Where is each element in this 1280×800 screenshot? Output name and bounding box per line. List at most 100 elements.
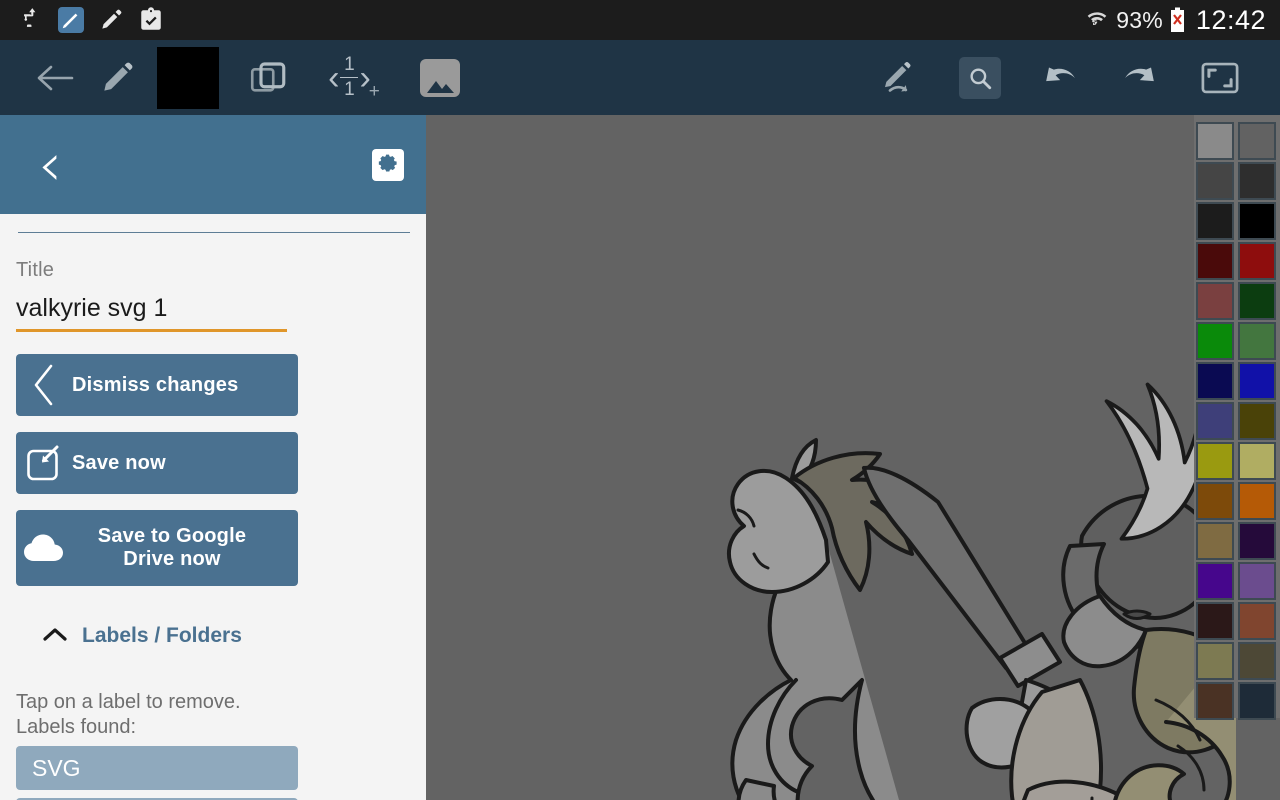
- pen-app-icon: [58, 7, 84, 33]
- palette-swatch[interactable]: [1238, 362, 1276, 400]
- panel-divider: [18, 232, 410, 233]
- search-button[interactable]: [940, 47, 1020, 109]
- palette-swatch[interactable]: [1196, 522, 1234, 560]
- wifi-transfer-icon: [1087, 12, 1107, 25]
- fullscreen-button[interactable]: [1180, 47, 1260, 109]
- palette-swatch[interactable]: [1196, 322, 1234, 360]
- layers-button[interactable]: [228, 47, 308, 109]
- marker-icon: [102, 9, 122, 29]
- palette-swatch[interactable]: [1238, 682, 1276, 720]
- clipboard-check-icon: [141, 7, 161, 30]
- labels-hint: Tap on a label to remove. Labels found:: [16, 690, 410, 740]
- panel-back-button[interactable]: ‹: [38, 135, 62, 195]
- title-input[interactable]: [16, 294, 287, 332]
- back-chevron-icon: [16, 363, 72, 407]
- labels-folders-title: Labels / Folders: [82, 624, 242, 647]
- current-color-swatch: [157, 46, 219, 109]
- color-palette[interactable]: [1194, 115, 1280, 720]
- pencil-undo-icon: [885, 61, 911, 92]
- clock: 12:42: [1195, 4, 1266, 35]
- fullscreen-icon: [1201, 62, 1239, 93]
- panel-body: Title Dismiss changes: [0, 232, 426, 800]
- save-to-google-drive-button[interactable]: Save to Google Drive now: [16, 510, 298, 586]
- page-prev-button[interactable]: ‹: [328, 61, 339, 95]
- palette-swatch[interactable]: [1238, 642, 1276, 680]
- settings-button[interactable]: [372, 148, 404, 181]
- save-icon: [16, 445, 72, 481]
- palette-swatch[interactable]: [1238, 122, 1276, 160]
- pencil-icon: [104, 62, 133, 91]
- app-toolbar: ‹ 1 1 › +: [0, 40, 1280, 115]
- palette-swatch[interactable]: [1196, 162, 1234, 200]
- title-field-label: Title: [16, 259, 55, 281]
- android-status-bar: 93% 12:42: [0, 0, 1280, 40]
- toolbar-left-group: ‹ 1 1 › +: [0, 46, 480, 109]
- app-root: 93% 12:42 ‹ 1 1 › + ‹ Title valkyrie svg…: [0, 0, 1280, 800]
- palette-swatch[interactable]: [1196, 442, 1234, 480]
- palette-swatch[interactable]: [1238, 242, 1276, 280]
- drawing-canvas[interactable]: [426, 115, 1280, 800]
- palette-swatch[interactable]: [1196, 682, 1234, 720]
- palette-swatch[interactable]: [1238, 562, 1276, 600]
- palette-swatch[interactable]: [1196, 282, 1234, 320]
- status-notification-icons: [0, 7, 164, 33]
- back-button[interactable]: [24, 47, 86, 109]
- page-current: 1: [344, 54, 355, 76]
- undo-icon: [1046, 67, 1075, 81]
- dismiss-changes-label: Dismiss changes: [72, 373, 239, 396]
- layers-icon: [250, 61, 286, 92]
- chevron-up-icon: [16, 625, 68, 647]
- search-icon: [959, 56, 1001, 99]
- current-color-button[interactable]: [148, 46, 228, 109]
- panel-header: ‹: [0, 115, 426, 214]
- page-navigator[interactable]: ‹ 1 1 › +: [308, 47, 400, 109]
- palette-swatch[interactable]: [1238, 162, 1276, 200]
- gear-icon: [378, 154, 397, 172]
- image-icon: [420, 58, 460, 97]
- labels-folders-section-header[interactable]: Labels / Folders: [16, 624, 410, 648]
- page-indicator: 1 1: [340, 54, 359, 100]
- insert-image-button[interactable]: [400, 47, 480, 109]
- fraction-bar: [340, 77, 359, 78]
- palette-swatch[interactable]: [1196, 482, 1234, 520]
- labels-hint-line-1: Tap on a label to remove.: [16, 691, 241, 713]
- save-now-button[interactable]: Save now: [16, 432, 298, 494]
- palette-swatch[interactable]: [1238, 482, 1276, 520]
- edit-undo-button[interactable]: [860, 47, 940, 109]
- back-arrow-icon: [37, 65, 74, 90]
- palette-swatch[interactable]: [1238, 602, 1276, 640]
- save-now-label: Save now: [72, 451, 166, 474]
- usb-icon: [24, 8, 36, 27]
- palette-swatch[interactable]: [1238, 442, 1276, 480]
- pencil-tool-button[interactable]: [86, 47, 148, 109]
- palette-swatch[interactable]: [1196, 562, 1234, 600]
- redo-button[interactable]: [1100, 47, 1180, 109]
- palette-swatch[interactable]: [1238, 522, 1276, 560]
- palette-swatch[interactable]: [1196, 242, 1234, 280]
- battery-error-icon: [1170, 7, 1184, 32]
- page-add-button[interactable]: +: [369, 81, 380, 103]
- palette-swatch[interactable]: [1196, 642, 1234, 680]
- palette-swatch[interactable]: [1238, 402, 1276, 440]
- palette-swatch[interactable]: [1238, 322, 1276, 360]
- dismiss-changes-button[interactable]: Dismiss changes: [16, 354, 298, 416]
- battery-percent: 93%: [1116, 6, 1163, 33]
- palette-swatch[interactable]: [1196, 202, 1234, 240]
- palette-swatch[interactable]: [1196, 122, 1234, 160]
- palette-swatch[interactable]: [1196, 402, 1234, 440]
- cloud-icon: [16, 533, 72, 563]
- page-total: 1: [344, 79, 355, 100]
- palette-swatch[interactable]: [1196, 362, 1234, 400]
- palette-swatch[interactable]: [1238, 202, 1276, 240]
- label-chip-svg[interactable]: SVG: [16, 746, 298, 791]
- document-properties-panel: ‹ Title Dismiss changes: [0, 115, 426, 800]
- toolbar-right-group: [860, 47, 1280, 109]
- valkyrie-artwork: [727, 382, 1236, 800]
- palette-swatch[interactable]: [1196, 602, 1234, 640]
- redo-icon: [1125, 67, 1154, 81]
- palette-swatch[interactable]: [1238, 282, 1276, 320]
- status-system-icons: 93% 12:42: [1084, 5, 1280, 36]
- save-to-google-drive-label: Save to Google Drive now: [97, 525, 247, 570]
- undo-button[interactable]: [1020, 47, 1100, 109]
- labels-hint-line-2: Labels found:: [16, 716, 137, 739]
